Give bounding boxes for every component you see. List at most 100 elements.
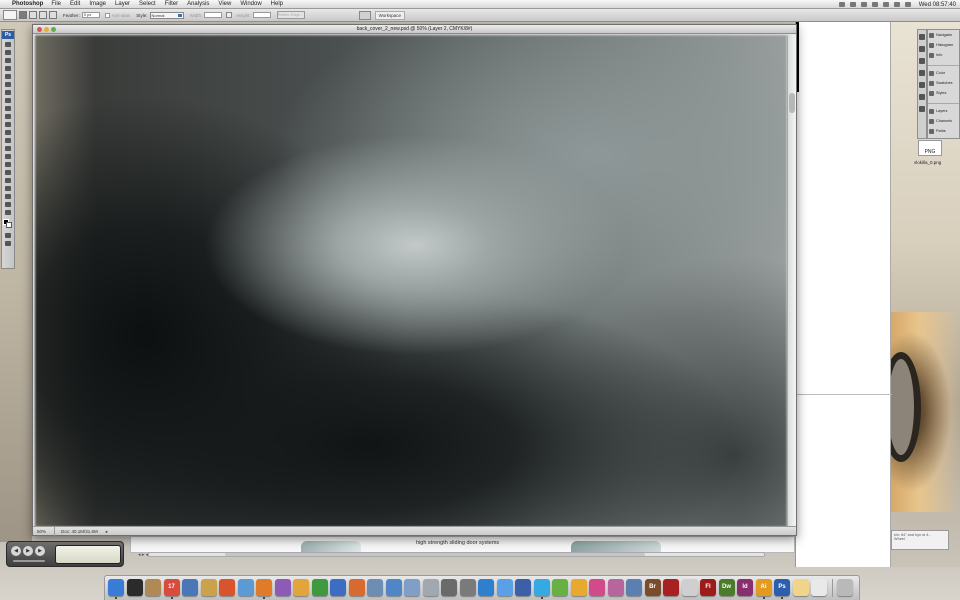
color-swatches[interactable] xyxy=(3,219,13,229)
background-color[interactable] xyxy=(6,222,12,228)
zoom-level[interactable]: 50% xyxy=(33,526,55,536)
dock-bittorrent-icon[interactable] xyxy=(441,579,457,596)
height-input[interactable] xyxy=(252,12,271,18)
panel-navigator[interactable]: Navigator xyxy=(928,30,959,40)
document-titlebar[interactable]: back_cover_2_new.psd @ 50% (Layer 2, CMY… xyxy=(33,25,796,34)
marquee-tool-preset-icon[interactable] xyxy=(3,10,17,20)
next-track-icon[interactable]: ▶ xyxy=(35,546,45,556)
styles-panel-icon[interactable] xyxy=(919,94,925,100)
dock-sun-icon[interactable] xyxy=(792,579,809,596)
new-selection-icon[interactable] xyxy=(19,11,27,19)
add-selection-icon[interactable] xyxy=(29,11,37,19)
history-brush-tool-icon[interactable] xyxy=(3,113,13,120)
menu-clock[interactable]: Wed 08:57:40 xyxy=(919,2,956,8)
horizontal-scrollbar[interactable] xyxy=(148,552,765,557)
panel-info[interactable]: Info xyxy=(928,50,959,60)
quick-mask-icon[interactable] xyxy=(3,232,13,239)
menu-help[interactable]: Help xyxy=(271,1,283,7)
wifi-icon[interactable] xyxy=(871,2,878,7)
menu-filter[interactable]: Filter xyxy=(165,1,178,7)
pen-tool-icon[interactable] xyxy=(3,153,13,160)
dock-word-icon[interactable] xyxy=(330,579,346,596)
dock-illustrator-icon[interactable]: Ai xyxy=(755,579,772,599)
dock-adium-icon[interactable] xyxy=(589,579,605,596)
status-menu-arrow-icon[interactable]: ▸ xyxy=(106,527,108,536)
intersect-selection-icon[interactable] xyxy=(49,11,57,19)
dock-document-icon[interactable] xyxy=(811,579,827,596)
dock-flower-icon[interactable] xyxy=(570,579,587,596)
color-panel-icon[interactable] xyxy=(919,70,925,76)
tray-icon[interactable] xyxy=(849,2,856,7)
eraser-tool-icon[interactable] xyxy=(3,121,13,128)
marquee-tool-icon[interactable] xyxy=(3,49,13,56)
previous-track-icon[interactable]: ◀ xyxy=(11,546,21,556)
dock-office-icon[interactable] xyxy=(219,579,235,596)
panel-paths[interactable]: Paths xyxy=(928,126,959,136)
menu-layer[interactable]: Layer xyxy=(115,1,130,7)
menu-view[interactable]: View xyxy=(218,1,231,7)
desktop-file-label[interactable]: vlokilla_0.png xyxy=(914,160,941,165)
dock-trash-icon[interactable] xyxy=(837,579,853,596)
histogram-panel-icon[interactable] xyxy=(919,46,925,52)
dock-indesign-icon[interactable]: Id xyxy=(737,579,753,596)
dock-xcode-icon[interactable] xyxy=(182,579,198,596)
antialias-checkbox[interactable] xyxy=(104,12,110,18)
dock-excel-icon[interactable] xyxy=(311,579,328,596)
style-select[interactable]: Normal xyxy=(149,11,184,19)
panel-swatches[interactable]: Swatches xyxy=(928,78,959,88)
clone-stamp-tool-icon[interactable] xyxy=(3,105,13,112)
move-tool-icon[interactable] xyxy=(3,41,13,48)
dock-folder-icon[interactable] xyxy=(626,579,642,596)
menu-image[interactable]: Image xyxy=(89,1,106,7)
type-tool-icon[interactable] xyxy=(3,161,13,168)
screen-mode-icon[interactable] xyxy=(3,240,13,247)
subtract-selection-icon[interactable] xyxy=(39,11,47,19)
dock-firefox-icon[interactable] xyxy=(256,579,272,599)
gradient-tool-icon[interactable] xyxy=(3,129,13,136)
dodge-tool-icon[interactable] xyxy=(3,145,13,152)
bluetooth-icon[interactable] xyxy=(860,2,867,7)
eyedropper-tool-icon[interactable] xyxy=(3,81,13,88)
dock-finder-icon[interactable] xyxy=(108,579,124,599)
dock-powerpoint-icon[interactable] xyxy=(348,579,365,596)
dock-network-icon[interactable] xyxy=(367,579,383,596)
horizontal-scroll-thumb[interactable] xyxy=(225,553,645,556)
refine-edge-button[interactable]: Refine Edge... xyxy=(276,11,305,19)
notification-popup[interactable]: kin: 64" and hyn st 4... Wheel xyxy=(891,530,949,550)
battery-icon[interactable] xyxy=(904,2,911,7)
swatches-panel-icon[interactable] xyxy=(919,82,925,88)
info-panel-icon[interactable] xyxy=(919,58,925,64)
dock-printer-icon[interactable] xyxy=(459,579,476,596)
menu-analysis[interactable]: Analysis xyxy=(187,1,209,7)
menu-window[interactable]: Window xyxy=(240,1,261,7)
panel-layers[interactable]: Layers xyxy=(928,106,959,116)
dock-star-icon[interactable] xyxy=(515,579,531,596)
magic-wand-tool-icon[interactable] xyxy=(3,65,13,72)
menu-edit[interactable]: Edit xyxy=(70,1,80,7)
menu-select[interactable]: Select xyxy=(139,1,156,7)
dock-preview-icon[interactable] xyxy=(422,579,439,596)
brush-tool-icon[interactable] xyxy=(3,97,13,104)
tray-icon[interactable] xyxy=(838,2,845,7)
panel-channels[interactable]: Channels xyxy=(928,116,959,126)
dock-quicktime-icon[interactable] xyxy=(478,579,494,596)
dock-photoshop-icon[interactable]: Ps xyxy=(774,579,790,599)
dock-pdf-icon[interactable] xyxy=(681,579,698,596)
play-icon[interactable]: ▶ xyxy=(23,546,33,556)
volume-icon[interactable] xyxy=(882,2,889,7)
dock-bridge-icon[interactable]: Br xyxy=(644,579,661,596)
workspace-button[interactable]: Workspace xyxy=(374,10,406,20)
feather-input[interactable]: 0 px xyxy=(81,12,100,18)
minimize-icon[interactable] xyxy=(44,27,49,32)
shape-tool-icon[interactable] xyxy=(3,177,13,184)
dock-notebook-icon[interactable] xyxy=(145,579,161,596)
path-selection-tool-icon[interactable] xyxy=(3,169,13,176)
volume-slider[interactable] xyxy=(13,560,45,562)
dock-dashboard-icon[interactable] xyxy=(126,579,143,596)
layers-panel-icon[interactable] xyxy=(919,106,925,112)
close-icon[interactable] xyxy=(37,27,42,32)
document-canvas[interactable] xyxy=(35,35,787,527)
workspace-icon[interactable] xyxy=(358,10,371,20)
zoom-tool-icon[interactable] xyxy=(3,209,13,216)
desktop-file-icon[interactable]: PNG xyxy=(918,140,942,156)
